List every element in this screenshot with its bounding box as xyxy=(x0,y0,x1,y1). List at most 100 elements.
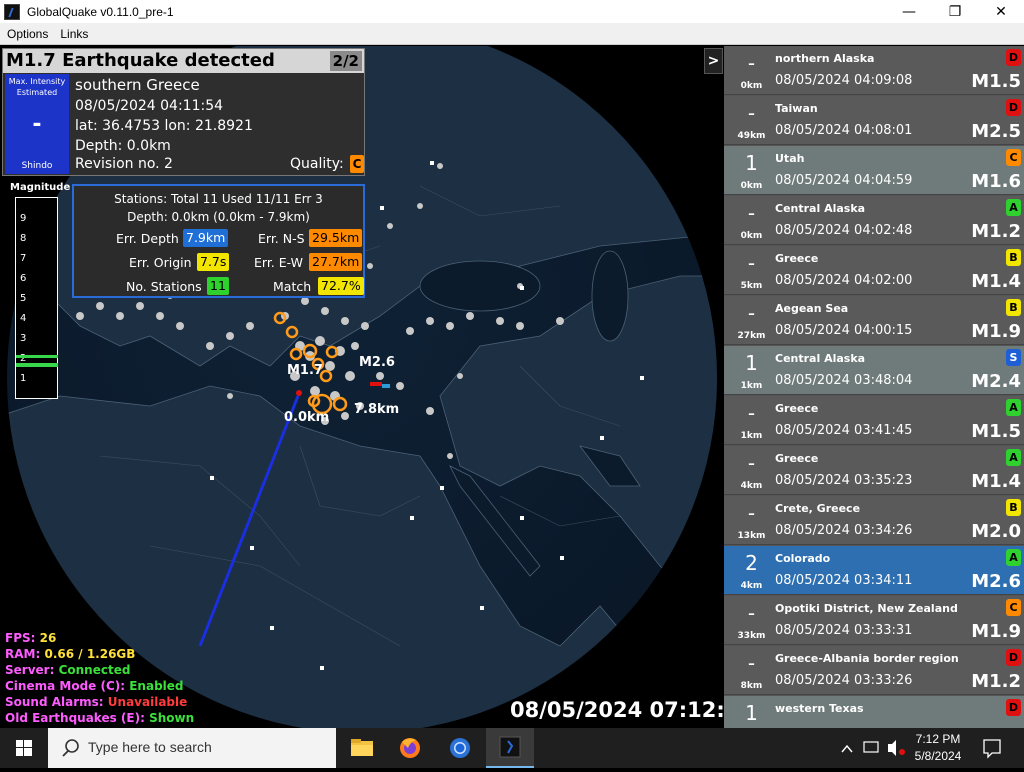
quake-list-item[interactable]: - 8km Greece-Albania border region 08/05/20… xyxy=(724,646,1024,695)
quake-quality-badge: A xyxy=(1006,549,1021,566)
menu-links[interactable]: Links xyxy=(55,27,93,41)
quake-region: Crete, Greece xyxy=(775,502,861,515)
quake-intensity: 2 xyxy=(745,551,758,575)
quake-time: 08/05/2024 04:08:01 xyxy=(775,123,913,138)
mag-tick: 7 xyxy=(20,253,27,264)
close-button[interactable]: ✕ xyxy=(978,0,1024,23)
quake-time: 08/05/2024 04:04:59 xyxy=(775,173,913,188)
mag-tick: 4 xyxy=(20,313,27,324)
taskbar-search[interactable]: Type here to search xyxy=(48,728,336,768)
quake-list-item[interactable]: - 27km Aegean Sea 08/05/2024 04:00:15 M1.9 B xyxy=(724,296,1024,345)
err-ns-value: 29.5km xyxy=(309,229,363,247)
quake-depth: 0km xyxy=(740,231,763,241)
quake-magnitude: M1.4 xyxy=(971,271,1021,292)
menu-bar: Options Links xyxy=(0,23,1024,45)
quake-quality-badge: D xyxy=(1006,649,1021,666)
event-counter[interactable]: 2/2 xyxy=(329,51,362,71)
err-origin-value: 7.7s xyxy=(197,253,230,271)
quake-magnitude: M1.9 xyxy=(971,321,1021,342)
quake-quality-badge: A xyxy=(1006,399,1021,416)
quake-time: 08/05/2024 04:02:00 xyxy=(775,273,913,288)
quake-depth: 4km xyxy=(740,581,763,591)
quake-region: Colorado xyxy=(775,552,831,565)
quake-region: northern Alaska xyxy=(775,52,875,65)
quake-depth: 0km xyxy=(740,81,763,91)
chevron-up-icon xyxy=(841,744,853,753)
search-placeholder: Type here to search xyxy=(88,739,212,755)
mag-tick: 1 xyxy=(20,373,27,384)
quake-magnitude: M2.6 xyxy=(971,571,1021,592)
err-depth-value: 7.9km xyxy=(183,229,229,247)
quality-badge: C xyxy=(350,155,364,173)
maximize-button[interactable]: ❐ xyxy=(932,0,978,23)
firefox-icon[interactable] xyxy=(386,728,434,768)
quake-time: 08/05/2024 04:09:08 xyxy=(775,73,913,88)
quake-intensity: 1 xyxy=(745,151,758,175)
quake-list-item[interactable]: 2 4km Colorado 08/05/2024 03:34:11 M2.6 A xyxy=(724,546,1024,595)
quake-region: Utah xyxy=(775,152,805,165)
map-label-m26: M2.6 xyxy=(359,355,395,370)
quake-quality-badge: D xyxy=(1006,99,1021,116)
quake-depth: 0km xyxy=(740,181,763,191)
quake-region: Greece xyxy=(775,402,819,415)
notifications-icon[interactable] xyxy=(972,728,1012,768)
quake-list-item[interactable]: - 49km Taiwan 08/05/2024 04:08:01 M2.5 D xyxy=(724,96,1024,145)
event-depth: Depth: 0.0km xyxy=(75,138,171,154)
volume-icon xyxy=(888,740,896,756)
quake-list-item[interactable]: - 0km northern Alaska 08/05/2024 04:09:08 M1… xyxy=(724,46,1024,95)
stations-header: Stations: Total 11 Used 11/11 Err 3 xyxy=(114,192,323,206)
mag-tick: 5 xyxy=(20,293,27,304)
quake-list-item[interactable]: 1 western Texas D xyxy=(724,696,1024,728)
quake-region: Greece xyxy=(775,452,819,465)
quake-region: Central Alaska xyxy=(775,202,866,215)
magnitude-bar xyxy=(16,355,58,358)
event-panel[interactable]: M1.7 Earthquake detected 2/2 Max. Intens… xyxy=(2,48,365,176)
quake-magnitude: M1.5 xyxy=(971,421,1021,442)
num-stations-label: No. Stations xyxy=(126,279,202,294)
event-time: 08/05/2024 04:11:54 xyxy=(75,98,224,114)
quake-list-item[interactable]: - 1km Greece 08/05/2024 03:41:45 M1.5 A xyxy=(724,396,1024,445)
quake-depth: 33km xyxy=(737,631,766,641)
quake-list-item[interactable]: - 13km Crete, Greece 08/05/2024 03:34:26 M2.… xyxy=(724,496,1024,545)
quake-list-item[interactable]: - 0km Central Alaska 08/05/2024 04:02:48 M1.… xyxy=(724,196,1024,245)
old-quakes-value: Shown xyxy=(149,711,195,725)
epicenter-marker xyxy=(296,390,302,396)
quake-time: 08/05/2024 03:35:23 xyxy=(775,473,913,488)
quake-time: 08/05/2024 04:00:15 xyxy=(775,323,913,338)
quake-depth: 8km xyxy=(740,681,763,691)
quake-quality-badge: A xyxy=(1006,199,1021,216)
quake-quality-badge: D xyxy=(1006,699,1021,716)
quake-depth: 5km xyxy=(740,281,763,291)
quake-intensity: - xyxy=(747,251,756,275)
earthquake-list[interactable]: - 0km northern Alaska 08/05/2024 04:09:08 M1… xyxy=(724,46,1024,728)
fps-value: 26 xyxy=(39,631,57,645)
mag-tick: 3 xyxy=(20,333,27,344)
quake-list-item[interactable]: - 33km Opotiki District, New Zealand 08/05/… xyxy=(724,596,1024,645)
quake-list-item[interactable]: 1 0km Utah 08/05/2024 04:04:59 M1.6 C xyxy=(724,146,1024,195)
chrome-icon[interactable] xyxy=(436,728,484,768)
old-quakes-label: Old Earthquakes (E): xyxy=(5,711,145,725)
menu-options[interactable]: Options xyxy=(2,27,53,41)
quake-depth: 13km xyxy=(737,531,766,541)
quake-region: Opotiki District, New Zealand xyxy=(775,602,958,615)
status-panel: FPS: 26 RAM: 0.66 / 1.26GB Server: Conne… xyxy=(5,630,194,726)
quake-list-item[interactable]: - 4km Greece 08/05/2024 03:35:23 M1.4 A xyxy=(724,446,1024,495)
quake-intensity: - xyxy=(747,451,756,475)
expand-list-button[interactable]: > xyxy=(704,48,723,74)
taskbar-clock[interactable]: 7:12 PM 5/8/2024 xyxy=(906,731,970,765)
err-ew-value: 27.7km xyxy=(309,253,363,271)
globalquake-taskbar-icon[interactable] xyxy=(486,728,534,768)
map-label-depth-a: 0.0km xyxy=(284,410,330,425)
stations-depth-range: Depth: 0.0km (0.0km - 7.9km) xyxy=(127,210,310,224)
start-button[interactable] xyxy=(0,728,48,768)
alarms-label: Sound Alarms: xyxy=(5,695,104,709)
title-bar[interactable]: GlobalQuake v0.11.0_pre-1 — ❐ ✕ xyxy=(0,0,1024,23)
quake-list-item[interactable]: 1 1km Central Alaska 08/05/2024 03:48:04 M2.… xyxy=(724,346,1024,395)
quake-magnitude: M1.9 xyxy=(971,621,1021,642)
minimize-button[interactable]: — xyxy=(886,0,932,23)
file-explorer-icon[interactable] xyxy=(338,728,386,768)
quake-time: 08/05/2024 03:48:04 xyxy=(775,373,913,388)
intensity-label: Max. Intensity xyxy=(8,77,66,86)
quake-depth: 49km xyxy=(737,131,766,141)
quake-list-item[interactable]: - 5km Greece 08/05/2024 04:02:00 M1.4 B xyxy=(724,246,1024,295)
